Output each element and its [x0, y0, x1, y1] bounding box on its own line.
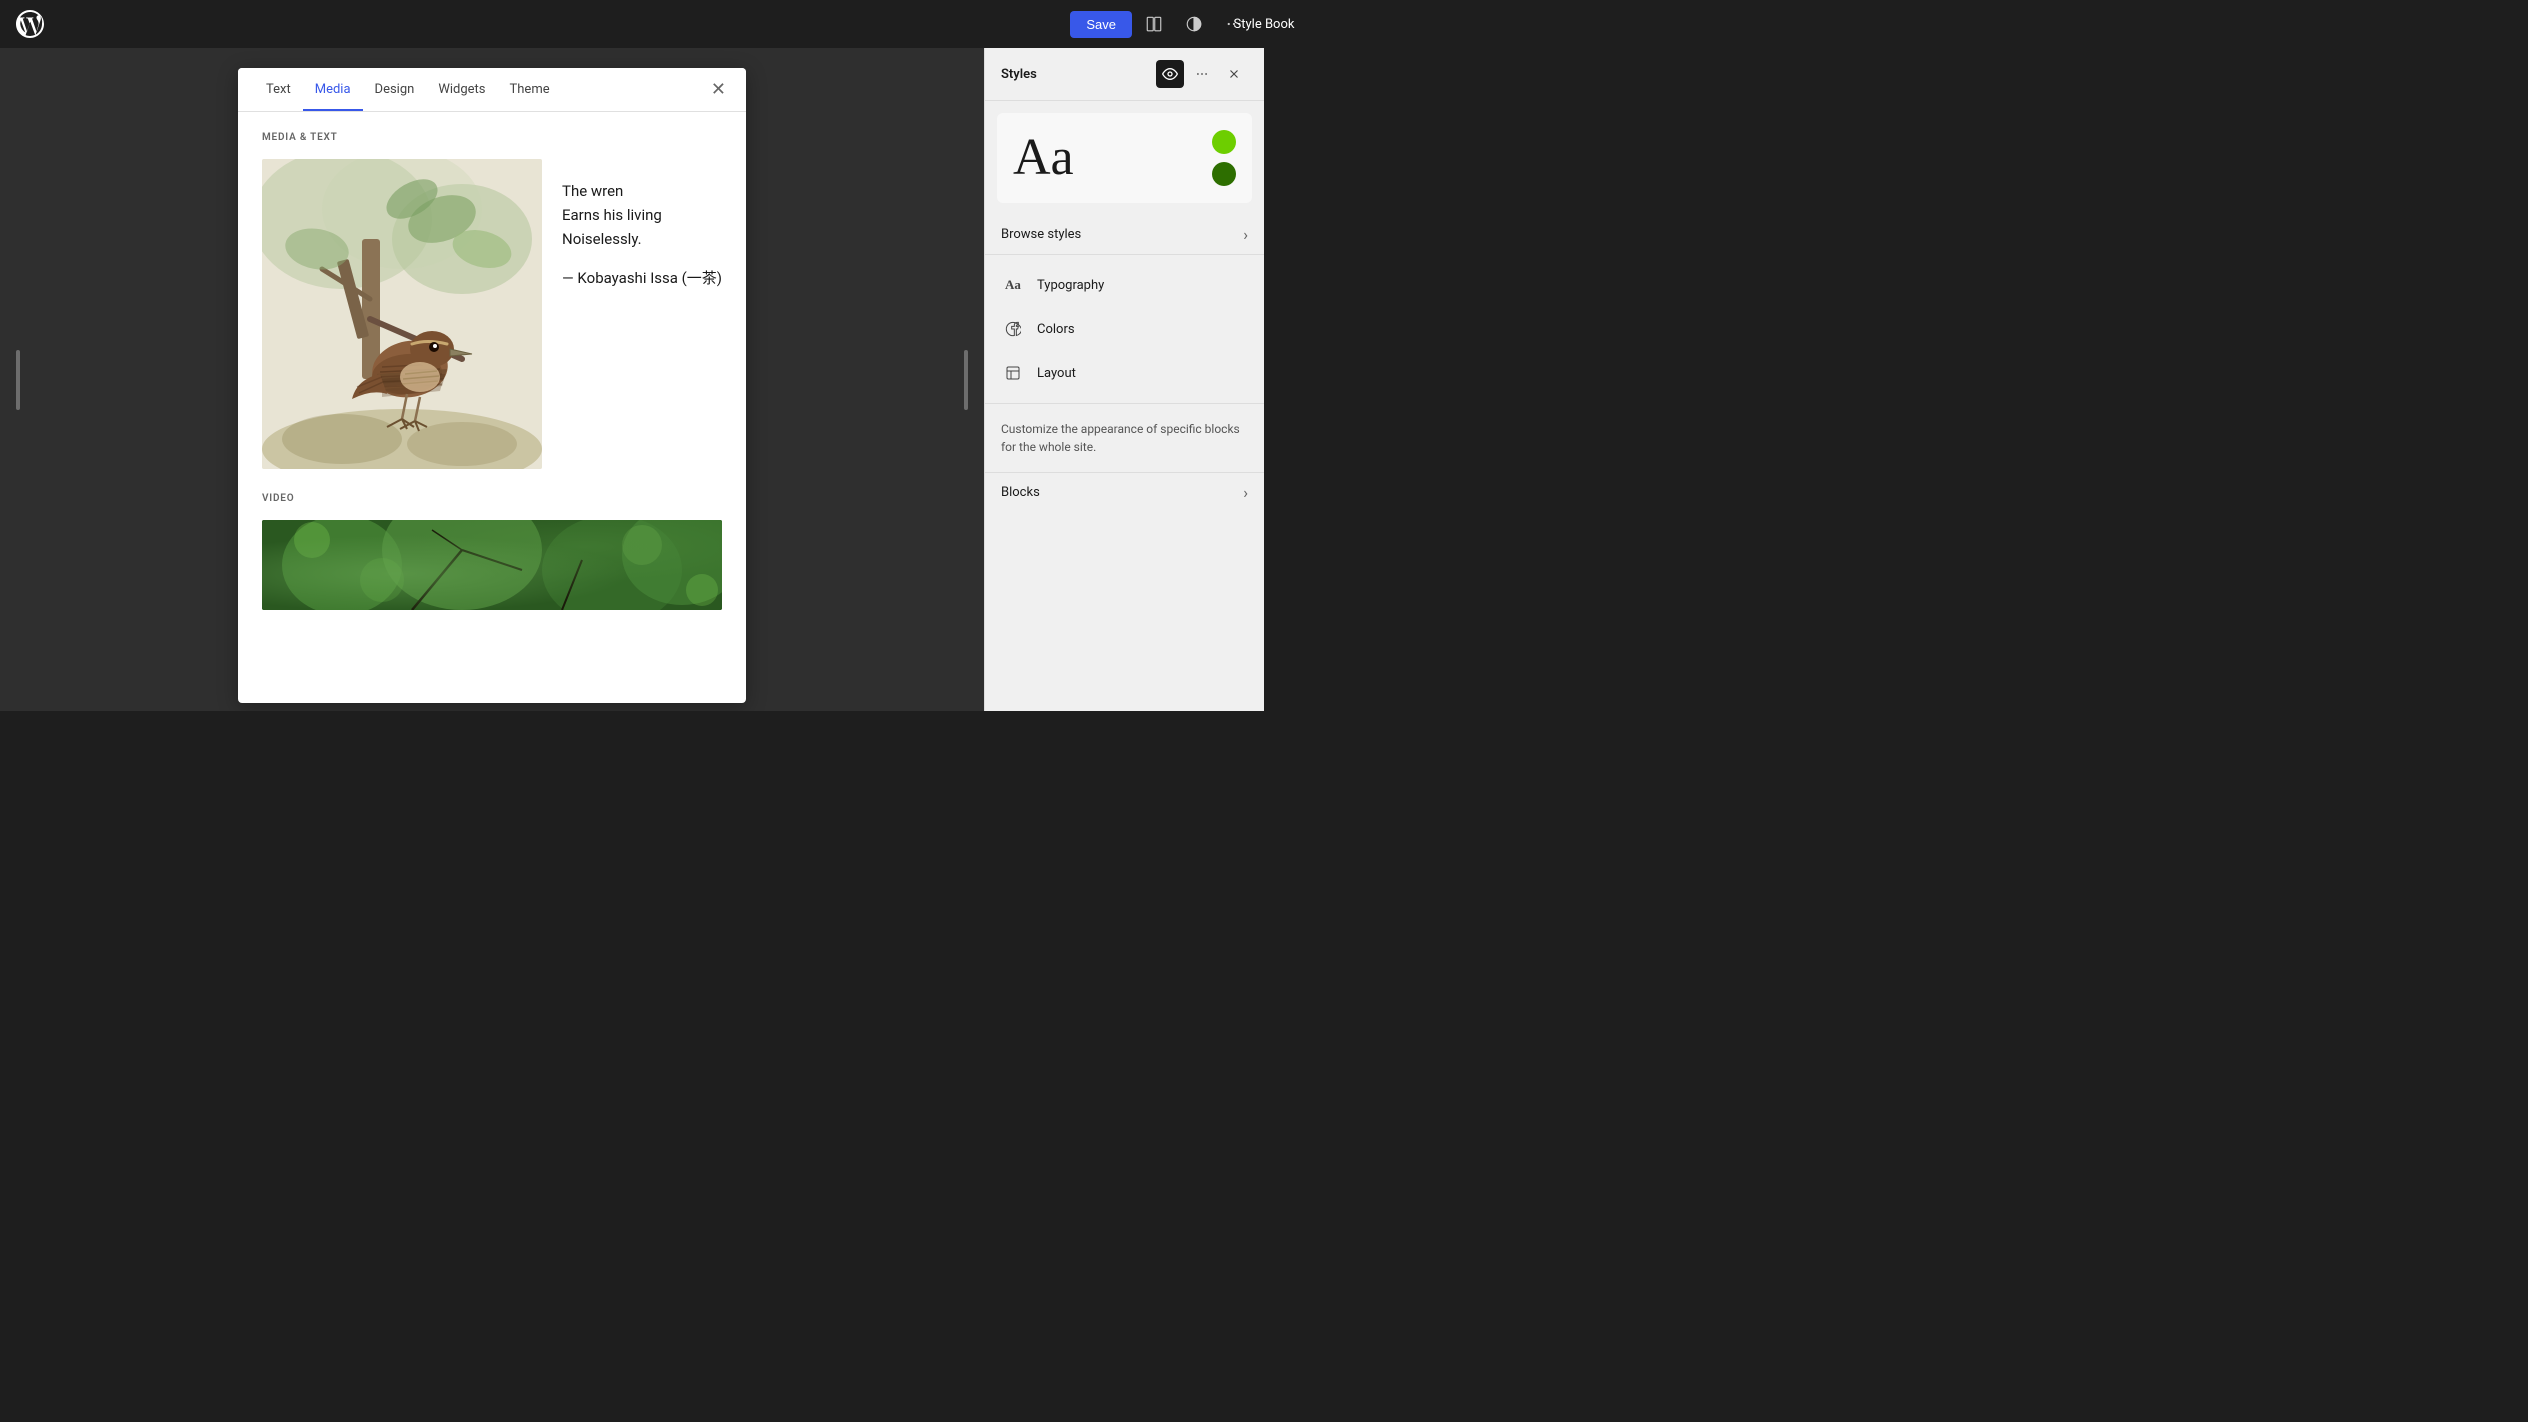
typography-label: Typography: [1037, 278, 1104, 293]
poem-line-2: Earns his living: [562, 203, 722, 227]
color-dots: [1212, 130, 1236, 186]
video-section: VIDEO: [262, 493, 722, 610]
right-sidebar: Styles: [984, 48, 1264, 711]
style-preview-card: Aa: [997, 113, 1252, 203]
poem-content: The wren Earns his living Noiselessly. —…: [562, 159, 722, 469]
customize-desc: Customize the appearance of specific blo…: [1001, 420, 1248, 456]
blocks-label: Blocks: [1001, 485, 1040, 500]
sidebar-close-button[interactable]: [1220, 60, 1248, 88]
sidebar-header-actions: [1156, 60, 1248, 88]
dark-green-dot: [1212, 162, 1236, 186]
typography-option[interactable]: Aa Typography: [985, 263, 1264, 307]
contrast-button[interactable]: [1176, 6, 1212, 42]
browse-styles-button[interactable]: Browse styles ›: [985, 215, 1264, 255]
main-area: Text Media Design Widgets Theme ✕ MEDIA …: [0, 48, 1264, 711]
poem-line-3: Noiselessly.: [562, 227, 722, 251]
layout-toggle-button[interactable]: [1136, 6, 1172, 42]
save-button[interactable]: Save: [1070, 11, 1132, 38]
style-options: Aa Typography Colors: [985, 255, 1264, 404]
video-label: VIDEO: [262, 493, 722, 504]
page-title: Style Book: [1234, 17, 1295, 32]
tab-design[interactable]: Design: [363, 68, 427, 111]
blocks-button[interactable]: Blocks ›: [985, 472, 1264, 512]
top-bar-left: [12, 6, 48, 42]
colors-label: Colors: [1037, 322, 1075, 337]
scroll-right: [964, 350, 968, 410]
sidebar-title: Styles: [1001, 67, 1037, 82]
sidebar-more-button[interactable]: [1188, 60, 1216, 88]
media-text-label: MEDIA & TEXT: [262, 132, 722, 143]
tab-text[interactable]: Text: [254, 68, 303, 111]
typography-icon: Aa: [1001, 273, 1025, 297]
bright-green-dot: [1212, 130, 1236, 154]
bird-image: [262, 159, 542, 469]
poem-line-1: The wren: [562, 179, 722, 203]
style-book-content[interactable]: MEDIA & TEXT: [238, 112, 746, 703]
scroll-left: [16, 350, 20, 410]
top-bar: Style Book Save: [0, 0, 1264, 48]
colors-icon: [1001, 317, 1025, 341]
media-text-block: The wren Earns his living Noiselessly. —…: [262, 159, 722, 469]
canvas-area: Text Media Design Widgets Theme ✕ MEDIA …: [0, 48, 984, 711]
video-placeholder: [262, 520, 722, 610]
eye-button[interactable]: [1156, 60, 1184, 88]
chevron-right-icon: ›: [1243, 225, 1248, 244]
customize-text: Customize the appearance of specific blo…: [985, 404, 1264, 472]
layout-icon: [1001, 361, 1025, 385]
layout-option[interactable]: Layout: [985, 351, 1264, 395]
close-button[interactable]: ✕: [707, 75, 730, 104]
blocks-chevron-icon: ›: [1243, 483, 1248, 502]
browse-styles-label: Browse styles: [1001, 227, 1081, 242]
tab-theme[interactable]: Theme: [498, 68, 562, 111]
colors-option[interactable]: Colors: [985, 307, 1264, 351]
style-book-panel: Text Media Design Widgets Theme ✕ MEDIA …: [238, 68, 746, 703]
top-bar-right: Save: [1070, 6, 1252, 42]
style-aa-text: Aa: [1013, 132, 1074, 184]
poem-author: — Kobayashi Issa (一茶): [562, 267, 722, 288]
wordpress-logo[interactable]: [12, 6, 48, 42]
sidebar-header: Styles: [985, 48, 1264, 101]
style-book-tabs: Text Media Design Widgets Theme ✕: [238, 68, 746, 112]
layout-label: Layout: [1037, 366, 1076, 381]
tab-media[interactable]: Media: [303, 68, 363, 111]
tab-widgets[interactable]: Widgets: [426, 68, 497, 111]
